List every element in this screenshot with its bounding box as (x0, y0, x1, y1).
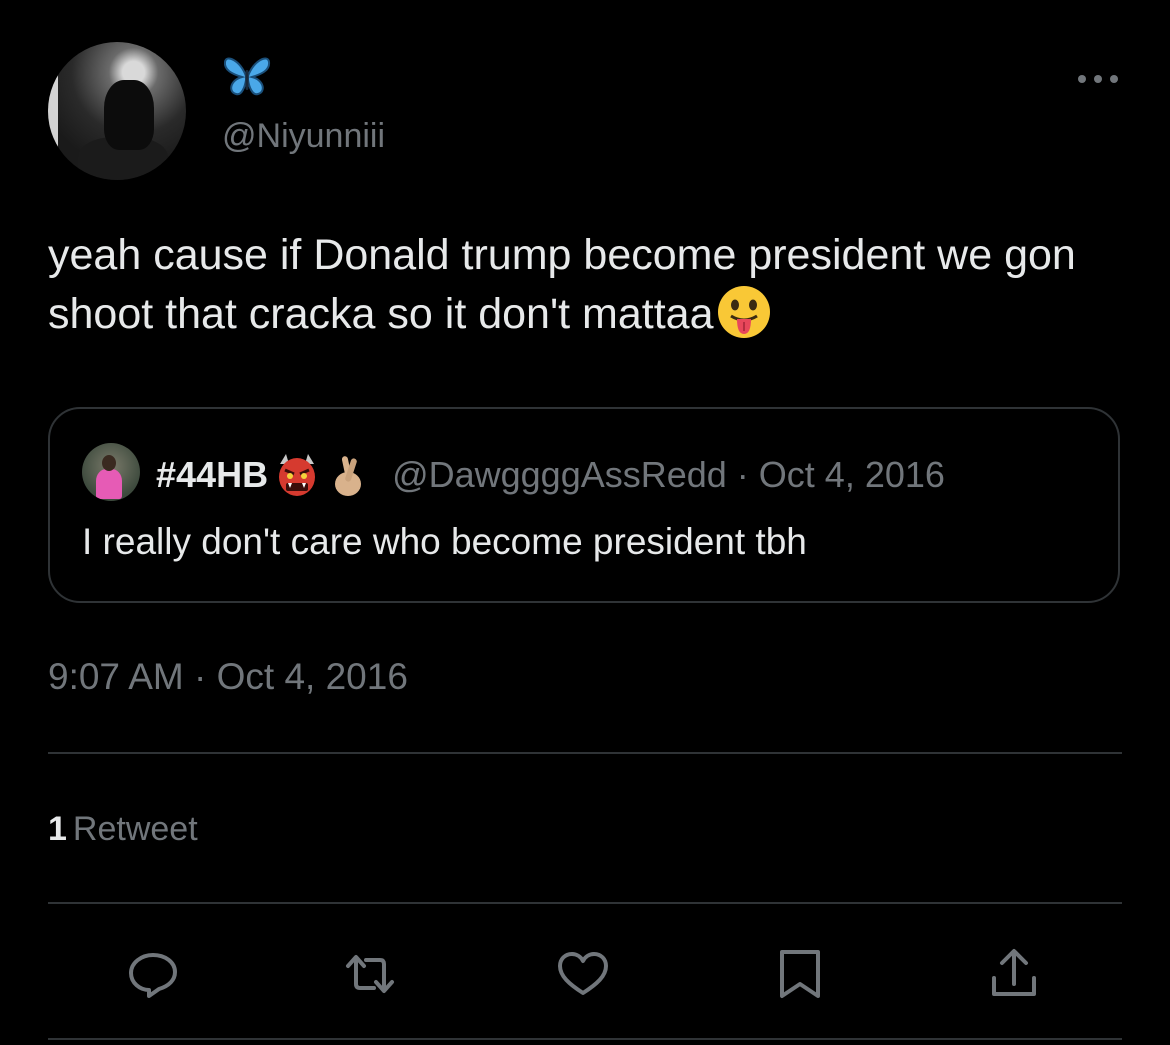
author-avatar[interactable] (48, 42, 186, 180)
more-icon[interactable] (1074, 68, 1124, 90)
tweet-timestamp[interactable]: 9:07 AM · Oct 4, 2016 (48, 656, 408, 698)
quoted-tweet-text: I really don't care who become president… (82, 521, 807, 562)
divider (48, 752, 1122, 754)
ogre-icon (279, 454, 316, 496)
retweet-count: 1 (48, 810, 67, 848)
tweet-body: yeah cause if Donald trump become presid… (48, 231, 1076, 338)
butterfly-icon (223, 57, 271, 96)
quoted-author-avatar[interactable] (82, 443, 140, 501)
share-icon (992, 949, 1036, 996)
quoted-author-handle[interactable]: @DawggggAssRedd (392, 454, 727, 496)
like-icon (558, 952, 608, 995)
bookmark-icon (780, 950, 820, 998)
retweet-stats[interactable]: 1 Retweet (48, 810, 198, 849)
bookmark-button[interactable] (772, 946, 828, 1002)
divider (48, 902, 1122, 904)
reply-button[interactable] (125, 946, 181, 1002)
reply-icon (129, 953, 177, 998)
share-button[interactable] (986, 946, 1042, 1002)
quoted-separator: · (736, 454, 749, 495)
tweet-text: yeah cause if Donald trump become presid… (48, 226, 1128, 343)
retweet-button[interactable] (342, 946, 398, 1002)
like-button[interactable] (555, 946, 611, 1002)
quoted-author-name[interactable]: #44HB (156, 454, 268, 496)
quoted-tweet-card[interactable]: #44HB @DawggggAssRedd · Oct 4, 2016 I re… (48, 407, 1120, 603)
author-handle[interactable]: @Niyunniii (222, 117, 385, 156)
crossed-fingers-icon (335, 456, 362, 496)
tongue-face-icon (717, 286, 770, 338)
quoted-tweet-header: #44HB @DawggggAssRedd · Oct 4, 2016 (156, 449, 945, 501)
quoted-date: Oct 4, 2016 (758, 454, 945, 495)
divider (48, 1038, 1122, 1040)
retweet-icon (346, 955, 394, 993)
retweet-label: Retweet (72, 810, 198, 848)
